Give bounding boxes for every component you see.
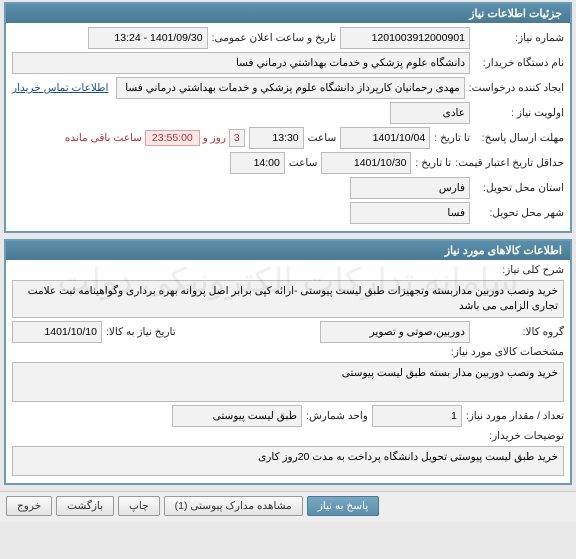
buyer-note-label: توضیحات خریدار: <box>474 430 564 442</box>
exit-button[interactable]: خروج <box>6 496 52 516</box>
need-info-panel: جزئیات اطلاعات نیاز شماره نیاز: 12010039… <box>4 2 572 233</box>
remaining-suffix: ساعت باقی مانده <box>65 132 142 144</box>
deadline-time-field: 13:30 <box>249 127 304 149</box>
remaining-days: 3 <box>229 129 245 147</box>
remaining-days-label: روز و <box>203 132 226 144</box>
creator-label: ایجاد کننده درخواست: <box>469 82 564 94</box>
footer-bar: پاسخ به نیاز مشاهده مدارک پیوستی (1) چاپ… <box>0 491 576 522</box>
to-date-label-2: تا تاریخ : <box>415 157 451 169</box>
attachments-button[interactable]: مشاهده مدارک پیوستی (1) <box>164 496 303 516</box>
quote-valid-date-field: 1401/10/30 <box>321 152 411 174</box>
desc-label: شرح کلی نیاز: <box>474 264 564 276</box>
remaining-clock: 23:55:00 <box>145 130 200 146</box>
need-info-body: شماره نیاز: 1201003912000901 تاریخ و ساع… <box>6 23 570 231</box>
delivery-province-label: استان محل تحویل: <box>474 182 564 194</box>
need-date-label: تاریخ نیاز به کالا: <box>106 326 176 338</box>
delivery-city-label: شهر محل تحویل: <box>474 207 564 219</box>
spec-field: خرید ونصب دوربین مدار بسته طبق لیست پیوس… <box>12 362 564 402</box>
goods-info-body: شرح کلی نیاز: خرید ونصب دوربین مداربسته … <box>6 260 570 483</box>
buyer-label: نام دستگاه خریدار: <box>474 57 564 69</box>
print-button[interactable]: چاپ <box>118 496 160 516</box>
buyer-field: دانشگاه علوم پزشکي و خدمات بهداشتي درمان… <box>12 52 470 74</box>
buyer-note-field: خرید طبق لیست پیوستی تحویل دانشگاه پرداخ… <box>12 446 564 476</box>
unit-field: طبق لیست پیوستی <box>172 405 302 427</box>
delivery-province-field: فارس <box>350 177 470 199</box>
qty-label: تعداد / مقدار مورد نیاز: <box>466 410 564 422</box>
back-button[interactable]: بازگشت <box>56 496 114 516</box>
goods-info-panel: اطلاعات کالاهای مورد نیاز شرح کلی نیاز: … <box>4 239 572 485</box>
quote-valid-time-field: 14:00 <box>230 152 285 174</box>
desc-field: خرید ونصب دوربین مداربسته وتجهیزات طبق ل… <box>12 280 564 318</box>
quote-valid-time-label: ساعت <box>289 157 318 169</box>
need-date-field: 1401/10/10 <box>12 321 102 343</box>
group-field: دوربین،صوتی و تصویر <box>320 321 470 343</box>
reply-button[interactable]: پاسخ به نیاز <box>307 496 379 516</box>
deadline-label: مهلت ارسال پاسخ: <box>474 132 564 144</box>
remaining-time: 3 روز و 23:55:00 ساعت باقی مانده <box>65 130 245 146</box>
delivery-city-field: فسا <box>350 202 470 224</box>
goods-info-header: اطلاعات کالاهای مورد نیاز <box>6 241 570 260</box>
deadline-date-field: 1401/10/04 <box>340 127 430 149</box>
to-date-label-1: تا تاریخ : <box>434 132 470 144</box>
creator-field: مهدی رحمانیان کارپرداز دانشگاه علوم پزشک… <box>116 77 464 99</box>
need-no-field: 1201003912000901 <box>340 27 470 49</box>
quote-valid-label: حداقل تاریخ اعتبار قیمت: <box>455 157 564 169</box>
unit-label: واحد شمارش: <box>306 410 368 422</box>
priority-label: اولویت نیاز : <box>474 107 564 119</box>
need-info-header: جزئیات اطلاعات نیاز <box>6 4 570 23</box>
public-datetime-field: 1401/09/30 - 13:24 <box>88 27 208 49</box>
spec-label: مشخصات کالای مورد نیاز: <box>451 346 564 358</box>
priority-field: عادی <box>390 102 470 124</box>
group-label: گروه کالا: <box>474 326 564 338</box>
public-datetime-label: تاریخ و ساعت اعلان عمومی: <box>212 32 336 44</box>
need-no-label: شماره نیاز: <box>474 32 564 44</box>
deadline-time-label: ساعت <box>308 132 337 144</box>
buyer-contact-link[interactable]: اطلاعات تماس خریدار <box>12 82 108 94</box>
qty-field: 1 <box>372 405 462 427</box>
